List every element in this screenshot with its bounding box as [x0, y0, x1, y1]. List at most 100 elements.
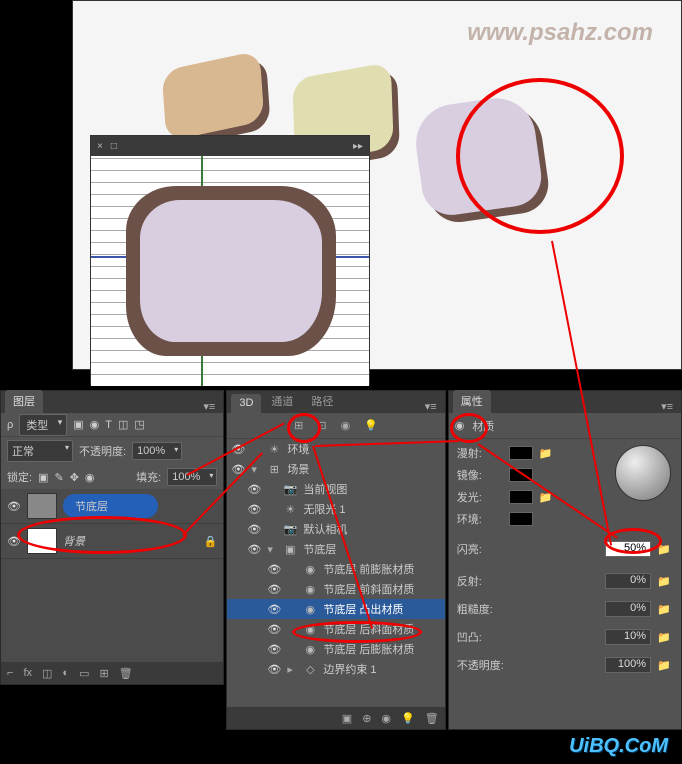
3d-scene-tree[interactable]: 👁☀环境👁▾⊞场景👁📷当前视图👁☀无限光 1👁📷默认相机👁▾▣节底层👁◉节底层 …: [227, 439, 444, 707]
tab-paths[interactable]: 路径: [303, 390, 341, 413]
fx-icon[interactable]: fx: [23, 667, 32, 679]
tree-item-icon: ◇: [303, 663, 317, 676]
tree-row[interactable]: 👁▸◇边界约束 1: [227, 659, 444, 679]
ambient-swatch[interactable]: [509, 512, 533, 526]
annotation-circle-filter: [287, 413, 321, 443]
material-preview-sphere[interactable]: [615, 445, 671, 501]
group-icon[interactable]: ▭: [79, 667, 89, 680]
trash-icon[interactable]: 🗑: [119, 667, 133, 680]
rough-input[interactable]: 0%: [605, 601, 651, 617]
lock-move-icon[interactable]: ✥: [70, 471, 79, 484]
3d-object-1[interactable]: [162, 50, 265, 141]
reflect-input[interactable]: 0%: [605, 573, 651, 589]
tree-item-icon: ◉: [303, 583, 317, 596]
mini-header-x[interactable]: ×: [97, 141, 103, 152]
lock-paint-icon[interactable]: ✎: [54, 471, 63, 484]
layers-filter-bar[interactable]: ρ 类型 ▣ ◉ T ◫ ◳: [1, 413, 223, 437]
folder-icon[interactable]: 📁: [657, 659, 673, 672]
opacity-input[interactable]: 100%: [132, 442, 182, 460]
visibility-toggle[interactable]: 👁: [7, 500, 21, 513]
adjust-icon[interactable]: ◐: [62, 667, 69, 679]
visibility-icon[interactable]: 👁: [267, 623, 281, 636]
lock-all-icon[interactable]: ◉: [85, 471, 95, 484]
secondary-viewport-panel[interactable]: × □ ▸▸: [90, 135, 370, 385]
tab-properties[interactable]: 属性: [453, 390, 491, 413]
tree-item-label: 场景: [287, 461, 309, 477]
tree-row[interactable]: 👁◉节底层 凸出材质: [227, 599, 444, 619]
props-body: 漫射:📁 镜像: 发光:📁 环境: 闪亮:50%📁 反射:0%📁 粗糙度:0%📁…: [449, 439, 681, 729]
mini-grid-viewport[interactable]: [91, 156, 369, 386]
mini-header-box[interactable]: □: [111, 141, 117, 152]
mini-panel-header[interactable]: × □ ▸▸: [91, 136, 369, 156]
filter-material-icon[interactable]: ◉: [341, 419, 351, 432]
visibility-icon[interactable]: 👁: [247, 523, 261, 536]
footer-light-icon[interactable]: 💡: [401, 712, 415, 725]
blend-mode-select[interactable]: 正常: [7, 440, 73, 462]
filter-icon[interactable]: ρ: [7, 419, 13, 431]
visibility-icon[interactable]: 👁: [247, 543, 261, 556]
mini-3d-shape[interactable]: [126, 186, 336, 356]
properties-panel: 属性 ▾≡ ◉ 材质 漫射:📁 镜像: 发光:📁 环境: 闪亮:50%📁 反射:…: [448, 390, 682, 730]
filter-pixel-icon[interactable]: ▣: [73, 418, 83, 431]
tree-row[interactable]: 👁▾⊞场景: [227, 459, 444, 479]
tree-item-label: 环境: [287, 441, 309, 457]
layer-thumb[interactable]: [27, 493, 57, 519]
tree-row[interactable]: 👁◉节底层 前膨胀材质: [227, 559, 444, 579]
layers-tabs[interactable]: 图层 ▾≡: [1, 391, 223, 413]
lock-icon[interactable]: 🔒: [204, 535, 218, 548]
visibility-icon[interactable]: 👁: [267, 563, 281, 576]
footer-trash-icon[interactable]: 🗑: [425, 712, 439, 725]
visibility-icon[interactable]: 👁: [267, 643, 281, 656]
tree-item-label: 无限光 1: [303, 501, 345, 517]
annotation-circle-object: [456, 78, 624, 234]
panel-menu-icon[interactable]: ▾≡: [657, 400, 677, 413]
popacity-input[interactable]: 100%: [605, 657, 651, 673]
mask-icon[interactable]: ◫: [42, 667, 52, 680]
tree-row[interactable]: 👁📷当前视图: [227, 479, 444, 499]
panel-menu-icon[interactable]: ▾≡: [421, 400, 441, 413]
tree-row[interactable]: 👁◉节底层 前斜面材质: [227, 579, 444, 599]
folder-icon[interactable]: 📁: [657, 631, 673, 644]
filter-kind-select[interactable]: 类型: [19, 414, 67, 436]
layers-footer: ⌐ fx ◫ ◐ ▭ ⊞ 🗑: [1, 662, 223, 684]
diffuse-swatch[interactable]: [509, 446, 533, 460]
filter-text-icon[interactable]: T: [105, 419, 112, 431]
layer-name[interactable]: 节底层: [63, 494, 158, 518]
props-tabs[interactable]: 属性 ▾≡: [449, 391, 681, 413]
panel-menu-icon[interactable]: ▾≡: [199, 400, 219, 413]
tree-row[interactable]: 👁▾▣节底层: [227, 539, 444, 559]
lock-row: 锁定: ▣ ✎ ✥ ◉ 填充: 100%: [1, 465, 223, 489]
lock-label: 锁定:: [7, 469, 32, 485]
filter-shape-icon[interactable]: ◫: [118, 418, 128, 431]
tree-item-icon: 📷: [283, 483, 297, 496]
tab-3d[interactable]: 3D: [231, 394, 261, 413]
new-layer-icon[interactable]: ⊞: [99, 667, 108, 680]
folder-icon[interactable]: 📁: [539, 447, 555, 460]
bump-input[interactable]: 10%: [605, 629, 651, 645]
tab-layers[interactable]: 图层: [5, 390, 43, 413]
visibility-icon[interactable]: 👁: [267, 583, 281, 596]
visibility-icon[interactable]: 👁: [247, 503, 261, 516]
3d-tabs[interactable]: 3D 通道 路径 ▾≡: [227, 391, 444, 413]
layer-list[interactable]: 👁 节底层 👁 背景 🔒: [1, 489, 223, 662]
link-icon[interactable]: ⌐: [7, 667, 13, 679]
tree-item-icon: ⊞: [267, 463, 281, 476]
visibility-icon[interactable]: 👁: [267, 663, 281, 676]
footer-add-icon[interactable]: ⊕: [362, 712, 371, 725]
filter-light-icon[interactable]: 💡: [364, 419, 378, 432]
folder-icon[interactable]: 📁: [657, 575, 673, 588]
opacity-label: 不透明度:: [79, 443, 126, 459]
tree-item-label: 节底层 后膨胀材质: [323, 641, 414, 657]
footer-mat-icon[interactable]: ◉: [381, 712, 391, 725]
mini-collapse-icon[interactable]: ▸▸: [353, 141, 363, 152]
visibility-icon[interactable]: 👁: [247, 483, 261, 496]
filter-adjust-icon[interactable]: ◉: [90, 418, 100, 431]
tab-channels[interactable]: 通道: [263, 390, 301, 413]
visibility-icon[interactable]: 👁: [267, 603, 281, 616]
illum-swatch[interactable]: [509, 490, 533, 504]
folder-icon[interactable]: 📁: [657, 603, 673, 616]
lock-transparent-icon[interactable]: ▣: [38, 471, 48, 484]
tree-item-label: 边界约束 1: [323, 661, 376, 677]
filter-smart-icon[interactable]: ◳: [134, 418, 144, 431]
footer-mesh-icon[interactable]: ▣: [342, 712, 352, 725]
